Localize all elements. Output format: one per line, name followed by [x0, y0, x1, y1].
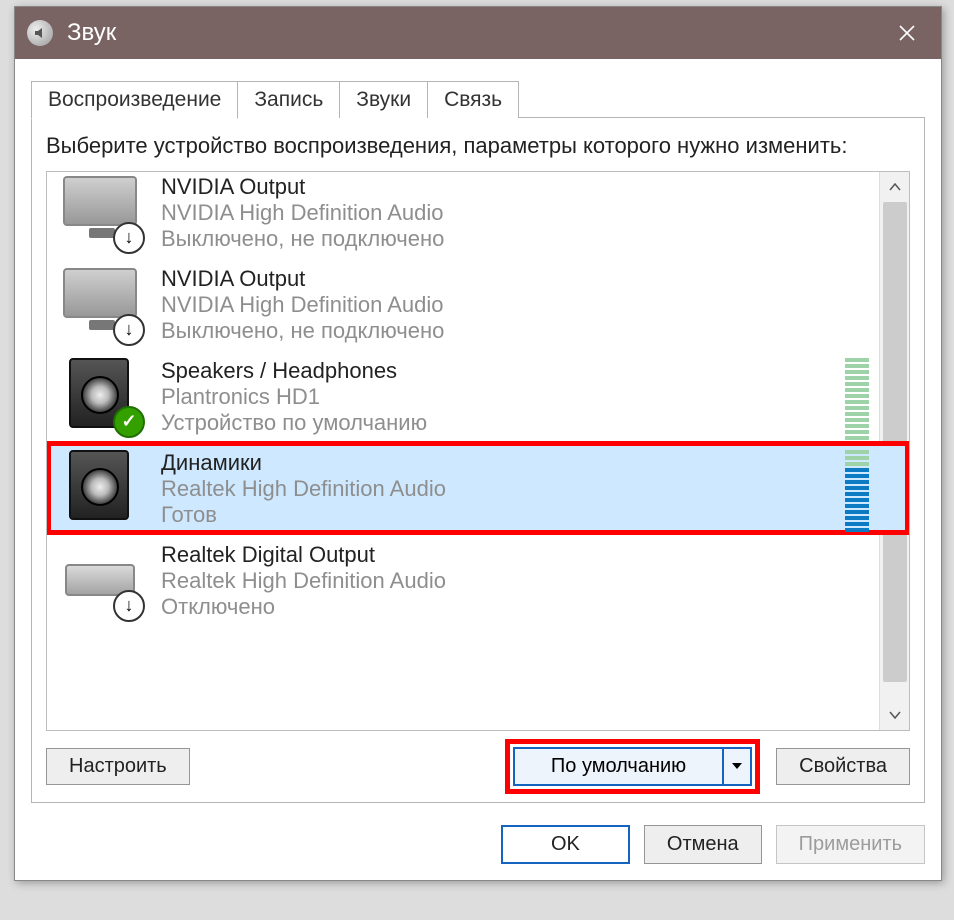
close-button[interactable] — [877, 7, 937, 59]
titlebar[interactable]: Звук — [15, 7, 941, 59]
apply-button[interactable]: Применить — [776, 825, 925, 864]
tab-2[interactable]: Звуки — [339, 81, 428, 118]
set-default-label: По умолчанию — [515, 749, 722, 784]
scroll-up-button[interactable] — [880, 172, 910, 202]
device-row[interactable]: ↓ NVIDIA OutputNVIDIA High Definition Aud… — [47, 258, 909, 350]
set-default-dropdown[interactable] — [722, 749, 750, 784]
sound-icon — [27, 20, 53, 46]
device-status: Выключено, не подключено — [161, 226, 444, 252]
set-default-button[interactable]: По умолчанию — [513, 747, 752, 786]
tabbar: ВоспроизведениеЗаписьЗвукиСвязь — [31, 77, 925, 118]
device-desc: Plantronics HD1 — [161, 384, 427, 410]
sound-dialog: Звук ВоспроизведениеЗаписьЗвукиСвязь Выб… — [14, 6, 942, 881]
content-area: ВоспроизведениеЗаписьЗвукиСвязь Выберите… — [15, 59, 941, 815]
device-status: Готов — [161, 502, 446, 528]
device-desc: Realtek High Definition Audio — [161, 476, 446, 502]
device-name: NVIDIA Output — [161, 174, 444, 200]
set-default-wrap: По умолчанию — [513, 747, 752, 786]
level-meter — [845, 358, 867, 440]
device-name: Speakers / Headphones — [161, 358, 427, 384]
device-row[interactable]: ✓ Speakers / HeadphonesPlantronics HD1Уст… — [47, 350, 909, 442]
device-desc: NVIDIA High Definition Audio — [161, 292, 444, 318]
device-desc: NVIDIA High Definition Audio — [161, 200, 444, 226]
dialog-button-row: OK Отмена Применить — [15, 815, 941, 880]
intro-text: Выберите устройство воспроизведения, пар… — [46, 132, 910, 161]
device-list[interactable]: ↓NVIDIA OutputNVIDIA High Definition Aud… — [46, 171, 910, 731]
tab-0[interactable]: Воспроизведение — [31, 81, 238, 119]
down-arrow-icon: ↓ — [113, 222, 145, 254]
scroll-down-button[interactable] — [880, 700, 910, 730]
device-desc: Realtek High Definition Audio — [161, 568, 446, 594]
level-meter — [845, 450, 867, 532]
panel-button-row: Настроить По умолчанию Свойства — [46, 747, 910, 786]
device-row[interactable]: ↓ NVIDIA OutputNVIDIA High Definition Aud… — [47, 171, 909, 258]
device-row[interactable]: ↓ Realtek Digital OutputRealtek High Defi… — [47, 534, 909, 626]
speaker-icon — [63, 448, 139, 524]
speaker-icon: ✓ — [63, 356, 139, 432]
device-status: Отключено — [161, 594, 446, 620]
tab-1[interactable]: Запись — [237, 81, 340, 118]
digital-icon: ↓ — [63, 540, 139, 616]
ok-button[interactable]: OK — [501, 825, 630, 864]
device-name: NVIDIA Output — [161, 266, 444, 292]
configure-button[interactable]: Настроить — [46, 748, 190, 785]
down-arrow-icon: ↓ — [113, 314, 145, 346]
down-arrow-icon: ↓ — [113, 590, 145, 622]
check-icon: ✓ — [113, 406, 145, 438]
cancel-button[interactable]: Отмена — [644, 825, 762, 864]
device-status: Устройство по умолчанию — [161, 410, 427, 436]
device-name: Realtek Digital Output — [161, 542, 446, 568]
monitor-icon: ↓ — [63, 264, 139, 340]
tab-panel-playback: Выберите устройство воспроизведения, пар… — [31, 117, 925, 803]
device-name: Динамики — [161, 450, 446, 476]
tab-3[interactable]: Связь — [427, 81, 519, 118]
monitor-icon: ↓ — [63, 172, 139, 248]
window-title: Звук — [67, 19, 877, 47]
properties-button[interactable]: Свойства — [776, 748, 910, 785]
device-status: Выключено, не подключено — [161, 318, 444, 344]
device-row[interactable]: ДинамикиRealtek High Definition AudioГот… — [47, 442, 909, 534]
